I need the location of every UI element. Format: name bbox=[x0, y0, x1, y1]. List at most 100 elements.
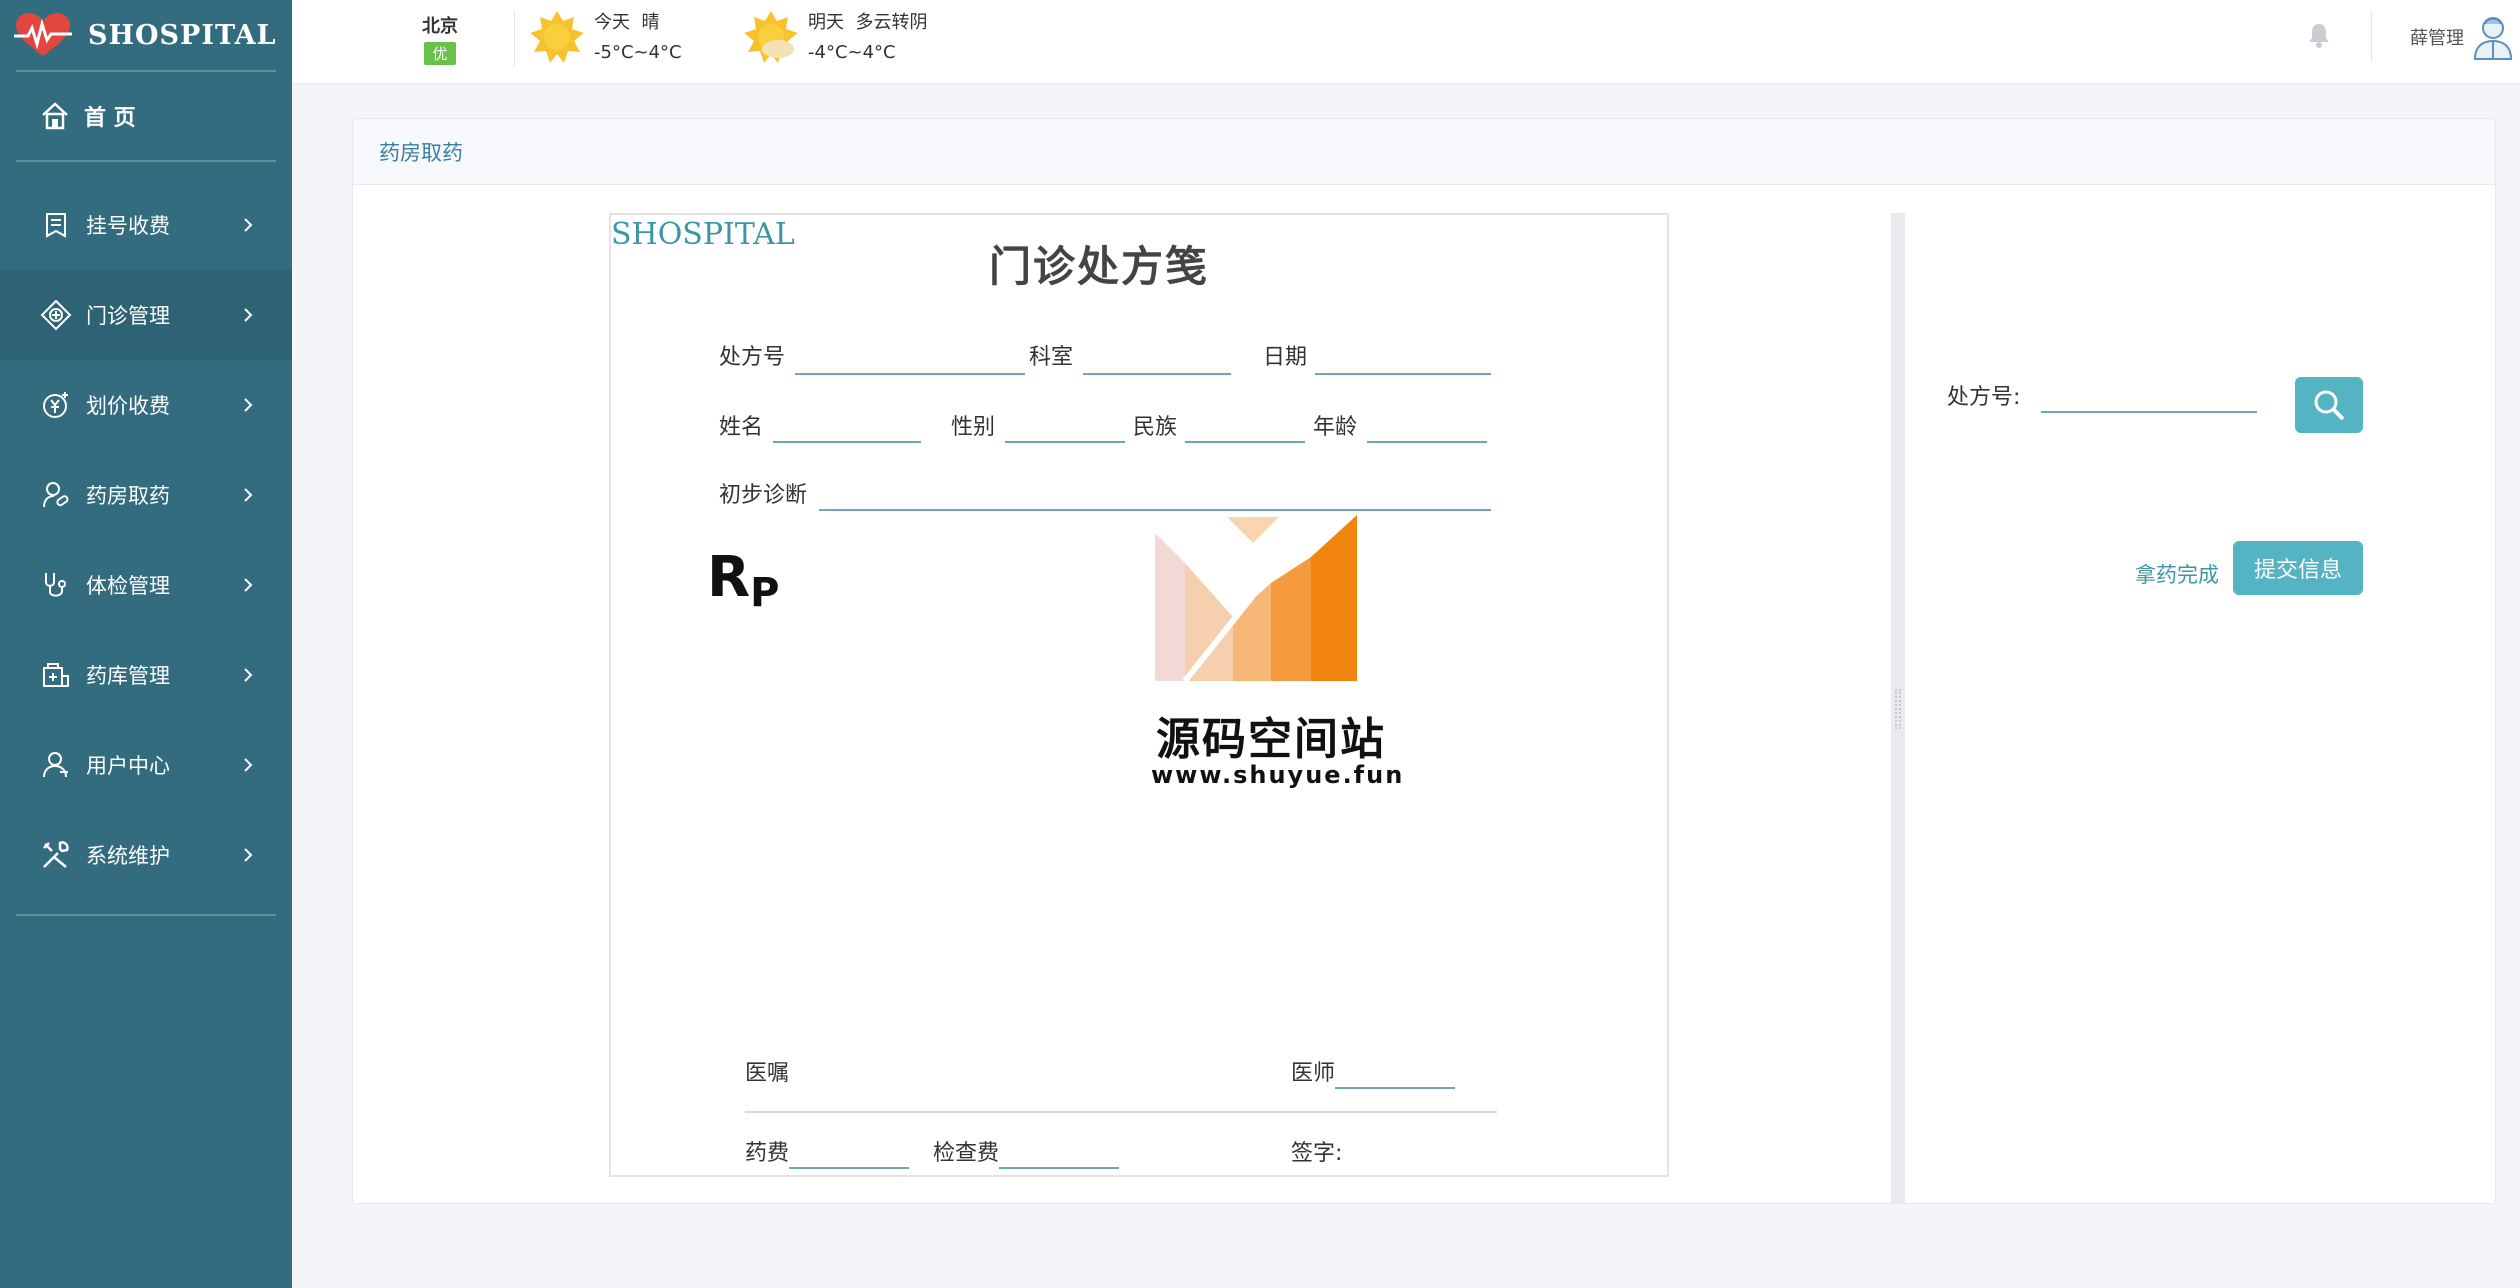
city-name: 北京 bbox=[422, 16, 458, 37]
sidebar-item-label: 体检管理 bbox=[86, 574, 170, 598]
diagnosis-label: 初步诊断 bbox=[719, 483, 808, 508]
tomorrow-condition: 多云转阴 bbox=[855, 12, 928, 33]
drug-fee-line[interactable] bbox=[789, 1167, 909, 1169]
today-temp: -5°C~4°C bbox=[594, 42, 682, 63]
dept-label: 科室 bbox=[1029, 345, 1074, 370]
search-icon bbox=[2314, 390, 2345, 421]
advice-label: 医嘱 bbox=[745, 1061, 790, 1086]
sidebar-divider bbox=[16, 914, 276, 916]
sidebar-item-label: 用户中心 bbox=[86, 754, 170, 778]
submit-button[interactable]: 提交信息 bbox=[2233, 541, 2363, 595]
exam-fee-line[interactable] bbox=[999, 1167, 1119, 1169]
rx-search-label: 处方号: bbox=[1947, 385, 2021, 410]
rp-sub: P bbox=[750, 570, 780, 616]
today-label: 今天 bbox=[594, 12, 630, 33]
bell-icon[interactable] bbox=[2308, 22, 2330, 48]
prescription-sheet: SHOSPITAL 门诊处方笺 处方号 科室 日期 姓名 性别 民族 年龄 初步… bbox=[609, 213, 1669, 1177]
tomorrow-label: 明天 bbox=[808, 12, 844, 33]
watermark-cn: 源码空间站 bbox=[1156, 714, 1386, 765]
sidebar-item-user-center[interactable]: 用户中心 bbox=[0, 720, 292, 810]
sidebar-item-pharmacy[interactable]: 药房取药 bbox=[0, 450, 292, 540]
dept-line[interactable] bbox=[1083, 373, 1231, 375]
date-label: 日期 bbox=[1263, 345, 1308, 370]
user-name[interactable]: 薛管理 bbox=[2410, 24, 2464, 50]
chevron-right-icon bbox=[244, 218, 253, 232]
search-button[interactable] bbox=[2295, 377, 2363, 433]
aqi-badge: 优 bbox=[424, 42, 456, 65]
weather-divider bbox=[514, 10, 515, 66]
main-card: 药房取药 SHOSPITAL 门诊处方笺 处方号 科室 日期 姓名 性别 民族 … bbox=[352, 118, 2496, 1204]
doctor-label: 医师 bbox=[1291, 1061, 1336, 1086]
done-link[interactable]: 拿药完成 bbox=[2135, 559, 2219, 589]
age-label: 年龄 bbox=[1313, 415, 1358, 440]
nav-list: 挂号收费 门诊管理 划价收费 药房取药 体检管理 药库管理 用户中心 系统维护 bbox=[0, 162, 292, 900]
prescription-divider bbox=[745, 1111, 1497, 1113]
rx-no-label: 处方号 bbox=[719, 345, 786, 370]
age-line[interactable] bbox=[1367, 441, 1487, 443]
sidebar-item-label: 药房取药 bbox=[86, 484, 170, 508]
watermark: 源码空间站 www.shuyue.fun bbox=[1151, 503, 1402, 789]
watermark-logo-icon bbox=[1155, 515, 1357, 683]
brand-name: SHOSPITAL bbox=[88, 19, 277, 51]
sidebar-item-label: 划价收费 bbox=[86, 394, 170, 418]
page-title: 药房取药 bbox=[353, 119, 2495, 185]
sidebar-item-label: 药库管理 bbox=[86, 664, 170, 688]
date-line[interactable] bbox=[1315, 373, 1491, 375]
header-divider bbox=[2371, 12, 2372, 62]
home-icon bbox=[42, 102, 68, 130]
signature-label: 签字: bbox=[1291, 1141, 1343, 1166]
today-condition: 晴 bbox=[641, 12, 660, 33]
gender-label: 性别 bbox=[951, 415, 996, 440]
prescription-title: 门诊处方笺 bbox=[988, 242, 1209, 291]
weather-today: 今天 晴 -5°C~4°C bbox=[528, 8, 682, 68]
sidebar-item-label: 挂号收费 bbox=[86, 214, 170, 238]
rx-search-input[interactable] bbox=[2041, 371, 2257, 413]
chevron-right-icon bbox=[244, 668, 253, 682]
ethnicity-label: 民族 bbox=[1133, 415, 1178, 440]
ethnicity-line[interactable] bbox=[1185, 441, 1305, 443]
brand[interactable]: SHOSPITAL bbox=[0, 0, 292, 70]
sidebar-item-medicine-store[interactable]: 药库管理 bbox=[0, 630, 292, 720]
chevron-right-icon bbox=[244, 758, 253, 772]
stethoscope-icon bbox=[40, 569, 72, 601]
chevron-right-icon bbox=[244, 398, 253, 412]
tools-icon bbox=[40, 839, 72, 871]
avatar[interactable] bbox=[2472, 14, 2514, 60]
panel-splitter[interactable] bbox=[1891, 213, 1905, 1203]
drug-fee-label: 药费 bbox=[745, 1141, 790, 1166]
medicine-store-icon bbox=[40, 659, 72, 691]
top-header: 北京 优 今天 晴 -5°C~4°C 明天 多云转阴 -4°C~4°C 薛管理 bbox=[292, 0, 2520, 84]
watermark-en: www.shuyue.fun bbox=[1151, 761, 1405, 789]
heart-pulse-logo-icon bbox=[14, 13, 72, 56]
chevron-right-icon bbox=[244, 848, 253, 862]
name-line[interactable] bbox=[773, 441, 921, 443]
cloudy-icon bbox=[744, 11, 798, 63]
sidebar-item-pricing[interactable]: 划价收费 bbox=[0, 360, 292, 450]
sidebar-item-label: 门诊管理 bbox=[86, 304, 170, 328]
weather-tomorrow: 明天 多云转阴 -4°C~4°C bbox=[742, 8, 927, 68]
sunny-icon bbox=[530, 11, 584, 63]
sidebar-item-home[interactable]: 首 页 bbox=[0, 72, 292, 160]
gender-line[interactable] bbox=[1005, 441, 1125, 443]
register-icon bbox=[40, 209, 72, 241]
rx-no-line[interactable] bbox=[795, 373, 1025, 375]
sidebar-item-maintenance[interactable]: 系统维护 bbox=[0, 810, 292, 900]
outpatient-icon bbox=[40, 299, 72, 331]
chevron-right-icon bbox=[244, 308, 253, 322]
chevron-right-icon bbox=[244, 488, 253, 502]
rp-symbol: RP bbox=[707, 545, 779, 616]
weather-city: 北京 优 bbox=[422, 12, 458, 65]
doctor-line[interactable] bbox=[1335, 1087, 1455, 1089]
sidebar-item-register[interactable]: 挂号收费 bbox=[0, 180, 292, 270]
sidebar-item-outpatient[interactable]: 门诊管理 bbox=[0, 270, 292, 360]
pricing-icon bbox=[40, 389, 72, 421]
pharmacy-icon bbox=[40, 479, 72, 511]
sidebar-item-label: 首 页 bbox=[84, 106, 136, 131]
splitter-grip[interactable] bbox=[1895, 689, 1901, 729]
user-icon bbox=[40, 749, 72, 781]
sidebar-item-checkup[interactable]: 体检管理 bbox=[0, 540, 292, 630]
sidebar: SHOSPITAL 首 页 挂号收费 门诊管理 划价收费 药房取药 体检管理 药… bbox=[0, 0, 292, 1288]
exam-fee-label: 检查费 bbox=[933, 1141, 1000, 1166]
sidebar-item-label: 系统维护 bbox=[86, 844, 170, 868]
chevron-right-icon bbox=[244, 578, 253, 592]
